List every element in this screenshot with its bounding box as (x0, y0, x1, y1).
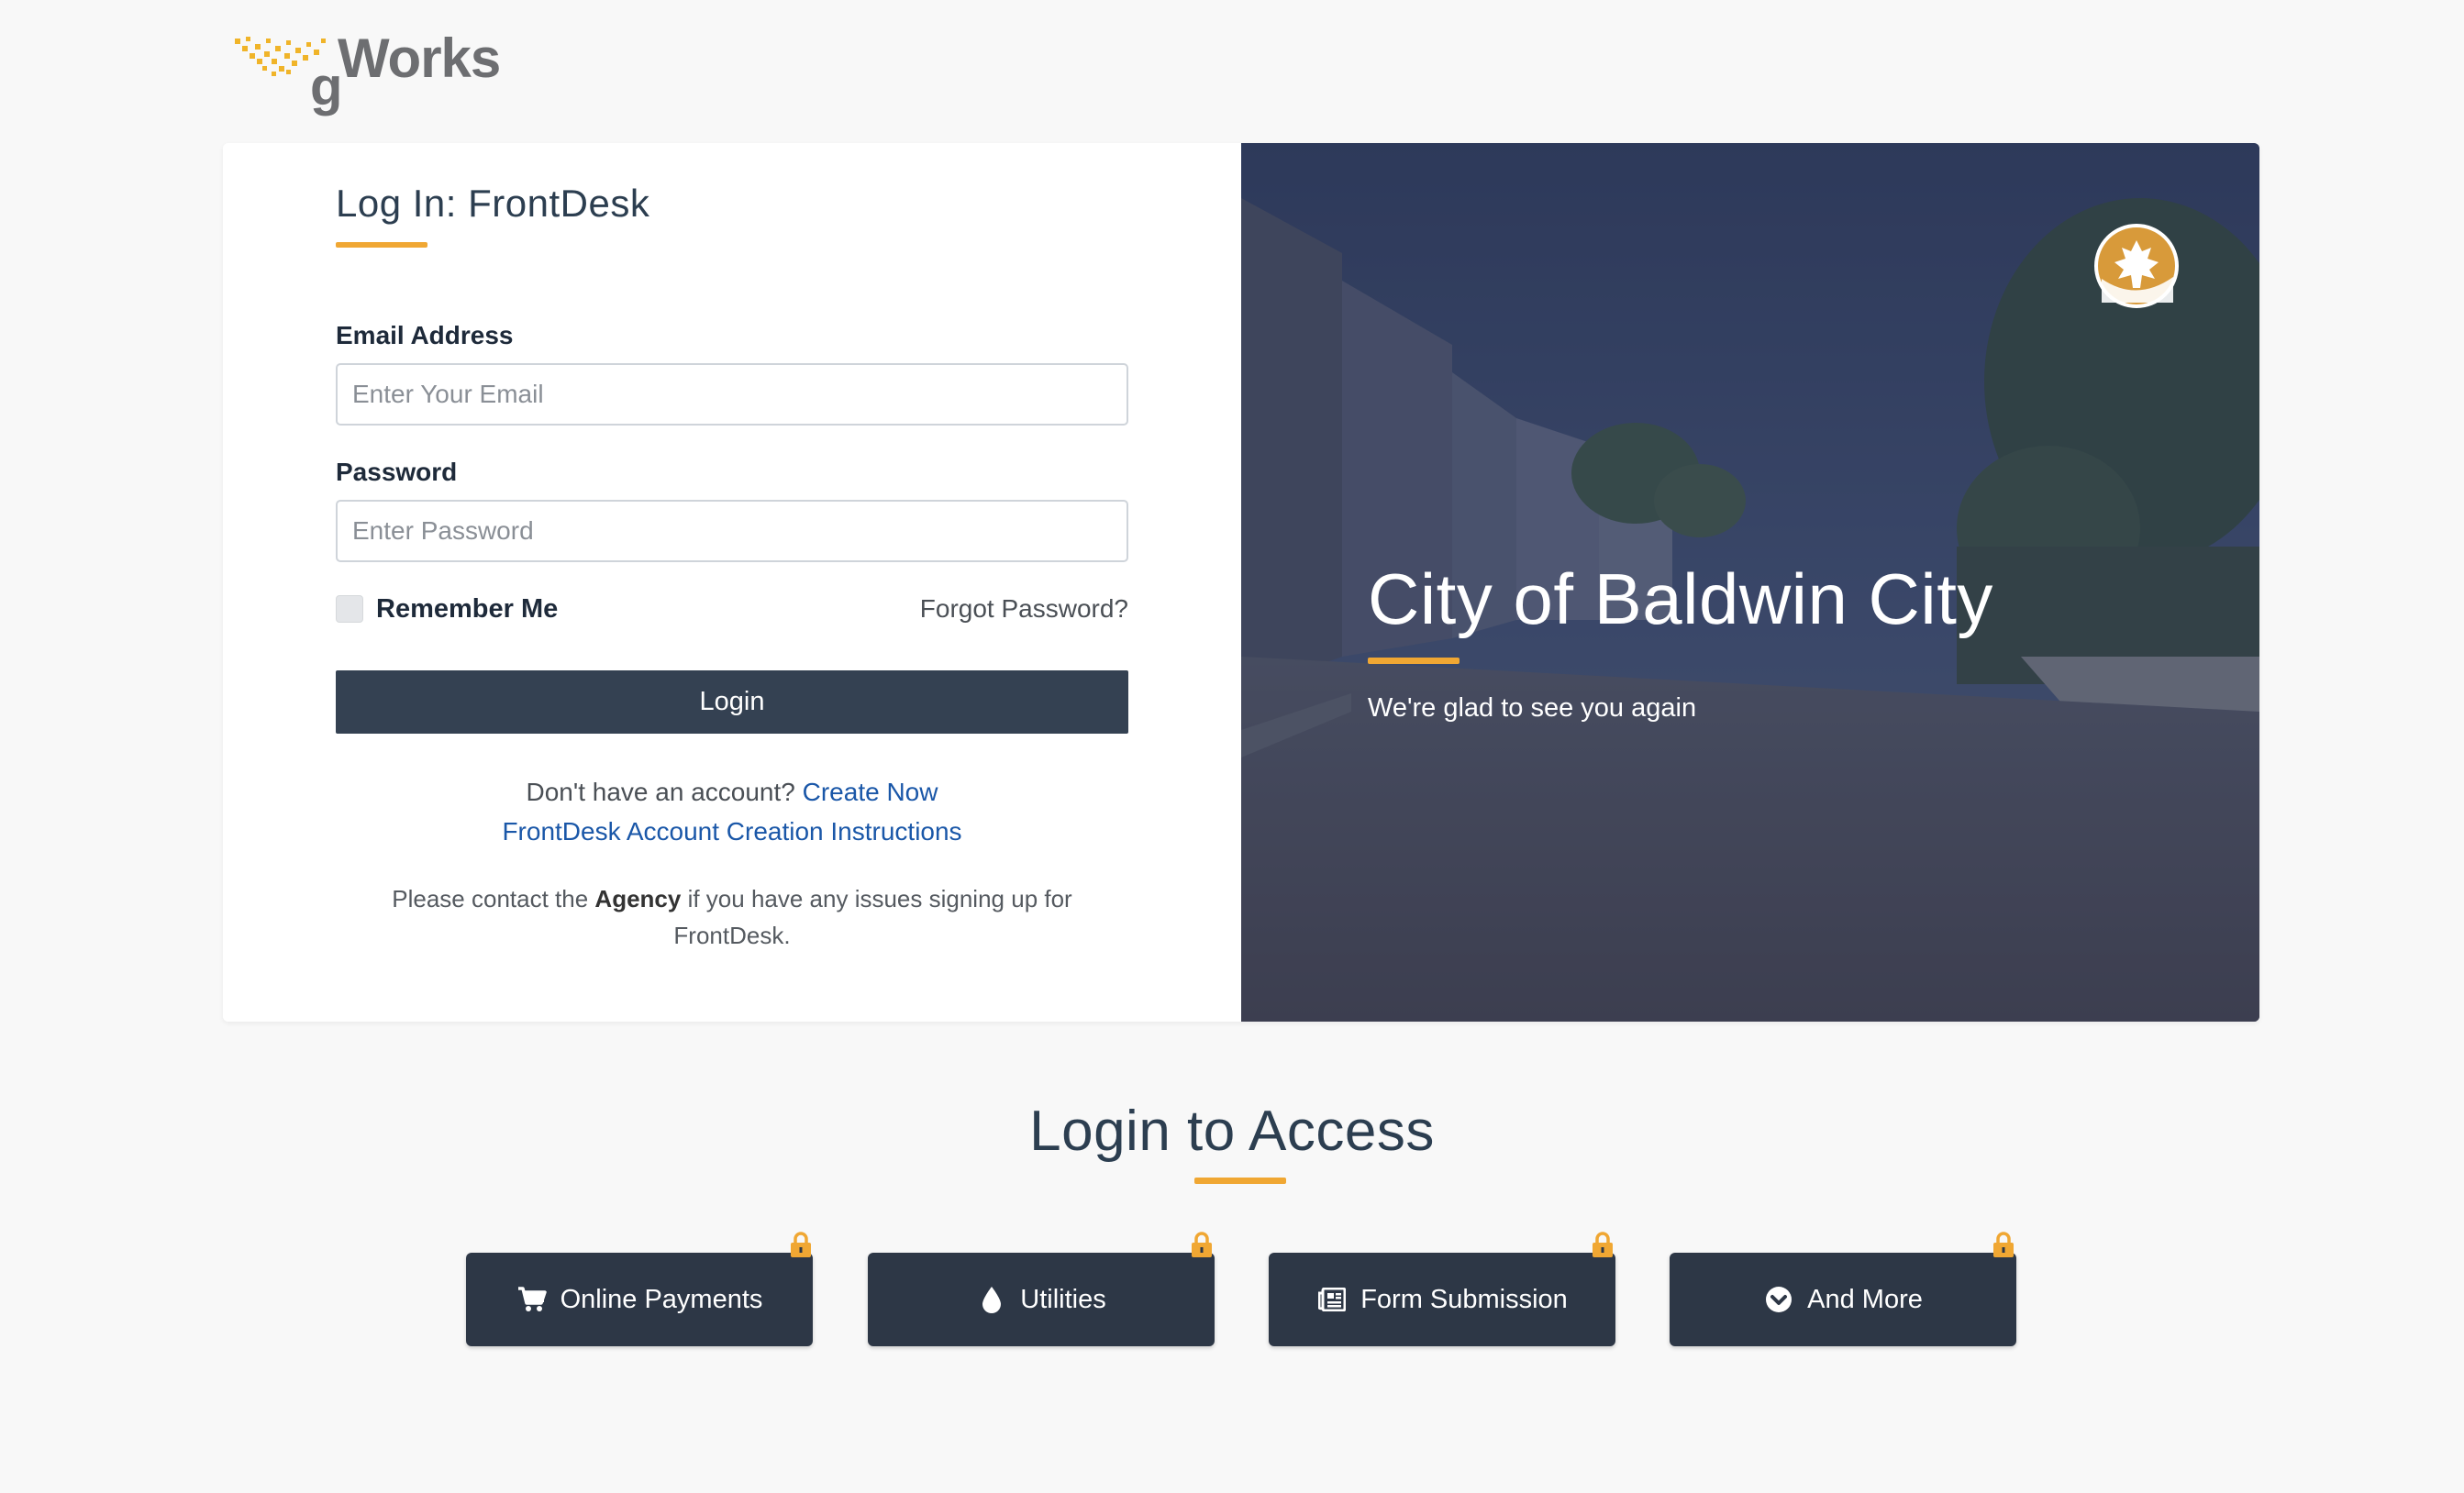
login-button[interactable]: Login (336, 670, 1128, 734)
login-card: Log In: FrontDesk Email Address Password… (223, 143, 2259, 1022)
hero-panel: City of Baldwin City We're glad to see y… (1241, 143, 2259, 1022)
feature-and-more[interactable]: And More (1670, 1253, 2016, 1346)
feature-label: Form Submission (1360, 1284, 1568, 1314)
create-now-link[interactable]: Create Now (803, 778, 938, 806)
lock-icon (1993, 1232, 2014, 1257)
logo-text: Works (338, 28, 501, 89)
maple-leaf-seal-icon (2094, 224, 2179, 308)
instructions-row: FrontDesk Account Creation Instructions (223, 817, 1241, 846)
feature-label: Utilities (1020, 1284, 1106, 1314)
account-instructions-link[interactable]: FrontDesk Account Creation Instructions (502, 817, 961, 846)
city-title: City of Baldwin City (1368, 558, 1993, 639)
contact-pre: Please contact the (392, 885, 589, 912)
password-field[interactable] (336, 500, 1128, 562)
login-page: g Works Log In: FrontDesk Email Address … (0, 0, 2464, 1493)
access-title: Login to Access (1029, 1100, 1435, 1163)
login-panel: Log In: FrontDesk Email Address Password… (223, 143, 1241, 1022)
remember-me-label: Remember Me (376, 593, 559, 624)
feature-online-payments[interactable]: Online Payments (466, 1253, 813, 1346)
cart-icon (516, 1284, 548, 1315)
welcome-subtitle: We're glad to see you again (1368, 693, 1697, 723)
login-title: Log In: FrontDesk (336, 182, 650, 225)
contact-post: if you have any issues signing up for (687, 885, 1072, 912)
title-underline (336, 242, 427, 248)
feature-utilities[interactable]: Utilities (868, 1253, 1215, 1346)
lock-icon (791, 1232, 811, 1257)
remember-me[interactable]: Remember Me (336, 594, 558, 624)
feature-label: Online Payments (560, 1284, 763, 1314)
email-label: Email Address (336, 321, 514, 349)
no-account-text: Don't have an account? (526, 778, 795, 806)
access-underline (1194, 1178, 1286, 1184)
chevron-circle-down-icon (1763, 1284, 1794, 1315)
email-field[interactable] (336, 363, 1128, 426)
lock-icon (1593, 1232, 1613, 1257)
gworks-logo: g Works (229, 28, 505, 115)
signup-prompt: Don't have an account? Create Now (223, 778, 1241, 807)
remember-me-checkbox[interactable] (336, 595, 363, 623)
lock-icon (1192, 1232, 1212, 1257)
city-underline (1368, 658, 1460, 664)
water-drop-icon (976, 1284, 1007, 1315)
contact-agency-note: Please contact the Agency if you have an… (223, 880, 1241, 954)
contact-agency: Agency (594, 885, 682, 912)
contact-end: FrontDesk. (673, 922, 791, 949)
password-label: Password (336, 458, 458, 486)
feature-form-submission[interactable]: Form Submission (1269, 1253, 1615, 1346)
newspaper-icon (1316, 1284, 1348, 1315)
forgot-password-link[interactable]: Forgot Password? (920, 594, 1128, 624)
feature-label: And More (1807, 1284, 1923, 1314)
